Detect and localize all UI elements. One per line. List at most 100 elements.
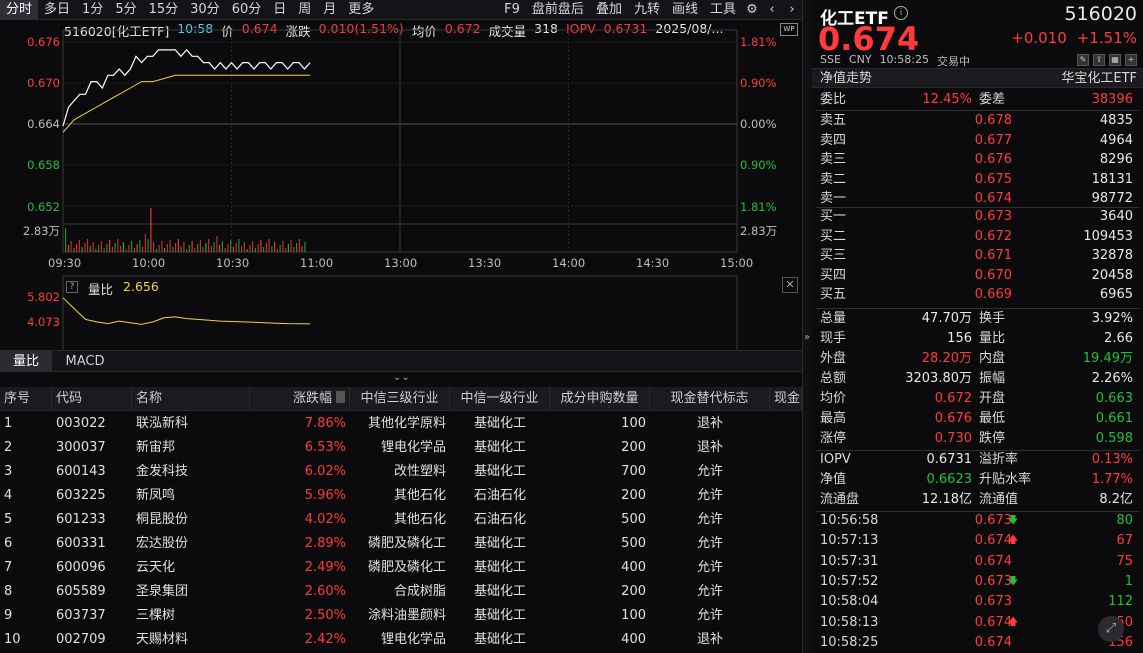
volume-bar: [166, 244, 168, 252]
bid-level[interactable]: 买一 0.673 3640: [812, 207, 1143, 227]
creation-qty: 200: [621, 584, 646, 599]
volume-bar: [298, 239, 300, 252]
citic-l1: 基础化工: [473, 440, 526, 455]
volume-bar: [106, 244, 108, 252]
share-icon[interactable]: ⇪: [1093, 54, 1105, 66]
nav-trend-link[interactable]: 净值走势: [820, 69, 872, 88]
stock-code: 002709: [56, 632, 106, 647]
add-icon[interactable]: +: [1125, 54, 1137, 66]
citic-l3: 其他化学原料: [367, 416, 446, 431]
citic-l1: 基础化工: [473, 584, 526, 599]
trade-volume: 67: [1116, 533, 1133, 549]
bid-level[interactable]: 买三 0.671 32878: [812, 246, 1143, 266]
col-cash[interactable]: 现金: [770, 387, 802, 410]
table-row[interactable]: 9 603737 三棵树 2.50% 涂料油墨颜料 基础化工 100 允许: [0, 604, 802, 628]
ask-level[interactable]: 卖五 0.678 4835: [812, 111, 1143, 131]
stat-label: 量比: [979, 331, 1006, 346]
tab-volume-ratio[interactable]: 量比: [0, 351, 52, 371]
col-index[interactable]: 序号: [0, 387, 52, 410]
cash-sub-flag: 退补: [696, 440, 723, 455]
citic-l1: 石油石化: [473, 488, 526, 503]
table-row[interactable]: 8 605589 圣泉集团 2.60% 合成树脂 基础化工 200 允许: [0, 580, 802, 604]
stock-name: 联泓新科: [136, 416, 189, 431]
stock-code: 605589: [56, 584, 106, 599]
chevron-down-icon[interactable]: ⌄⌄: [393, 372, 410, 383]
bid-price: 0.670: [974, 267, 1012, 283]
grid-icon[interactable]: ▦: [1109, 54, 1121, 66]
stat-value: 19.49万: [1082, 351, 1133, 366]
bid-level[interactable]: 买五 0.669 6965: [812, 285, 1143, 305]
volume-bar: [208, 239, 210, 252]
trade-status: 交易中: [936, 55, 970, 68]
volume-bar: [194, 248, 196, 252]
volume-bar: [213, 242, 215, 252]
stat-label: 开盘: [979, 391, 1006, 406]
trade-time: 10:58:04: [820, 594, 879, 610]
expand-icon[interactable]: ⤢: [1098, 616, 1124, 642]
trade-row: 10:57:52 0.673 🡇 1: [812, 572, 1143, 592]
panel-divider[interactable]: »: [802, 0, 812, 653]
col-name[interactable]: 名称: [132, 387, 250, 410]
change-pct: 7.86%: [304, 416, 346, 431]
ask-label: 卖四: [820, 132, 847, 148]
trade-volume: 1: [1124, 573, 1133, 589]
bid-level[interactable]: 买二 0.672 109453: [812, 227, 1143, 247]
table-row[interactable]: 5 601233 桐昆股份 4.02% 其他石化 石油石化 500 允许: [0, 508, 802, 532]
volume-bars: [65, 208, 306, 252]
tab-macd[interactable]: MACD: [52, 351, 118, 371]
ask-level[interactable]: 卖三 0.676 8296: [812, 150, 1143, 170]
edit-icon[interactable]: ✎: [1077, 54, 1089, 66]
creation-qty: 500: [621, 512, 646, 527]
volume-bar: [224, 248, 226, 252]
ask-label: 卖五: [820, 113, 847, 128]
stat-label: 均价: [820, 391, 847, 406]
bid-level[interactable]: 买四 0.670 20458: [812, 266, 1143, 286]
weicha-value: 38396: [1091, 92, 1133, 107]
ask-level[interactable]: 卖二 0.675 18131: [812, 170, 1143, 190]
col-citic-l1[interactable]: 中信一级行业: [450, 387, 550, 410]
trade-row: 10:58:13 0.674 🡅 50: [812, 613, 1143, 633]
cash-sub-flag: 允许: [696, 512, 723, 527]
stat-label: 现手: [820, 331, 847, 346]
col-citic-l3[interactable]: 中信三级行业: [350, 387, 450, 410]
stat-value: 0.6731: [926, 452, 973, 467]
table-row[interactable]: 1 003022 联泓新科 7.86% 其他化学原料 基础化工 100 退补: [0, 412, 802, 436]
trade-row: 10:58:25 0.674 156: [812, 633, 1143, 653]
col-change-pct[interactable]: 涨跌幅: [250, 387, 350, 410]
col-cash-sub-flag[interactable]: 现金替代标志: [650, 387, 770, 410]
ask-volume: 98772: [1091, 191, 1133, 206]
ask-level[interactable]: 卖一 0.674 98772: [812, 189, 1143, 209]
stock-code: 600143: [56, 464, 106, 479]
y-tick-right-0: 1.81%: [740, 35, 777, 49]
chevron-right-icon: »: [804, 332, 811, 343]
ask-level[interactable]: 卖四 0.677 4964: [812, 131, 1143, 151]
col-creation-qty[interactable]: 成分申购数量: [550, 387, 650, 410]
arrow-up-icon: 🡅: [1008, 535, 1019, 547]
volume-bar: [219, 245, 221, 252]
citic-l3: 合成树脂: [393, 584, 446, 599]
nav-trend-bar: 净值走势 华宝化工ETF: [812, 68, 1143, 88]
close-icon[interactable]: ✕: [782, 277, 798, 293]
bid-volume: 20458: [1091, 267, 1133, 283]
table-row[interactable]: 6 600331 宏达股份 2.89% 磷肥及磷化工 基础化工 500 允许: [0, 532, 802, 556]
info-icon[interactable]: i: [894, 6, 908, 20]
table-row[interactable]: 4 603225 新凤鸣 5.96% 其他石化 石油石化 200 允许: [0, 484, 802, 508]
volume-ratio-header: ? 量比 2.656: [66, 279, 159, 298]
table-row[interactable]: 2 300037 新宙邦 6.53% 锂电化学品 基础化工 200 退补: [0, 436, 802, 460]
table-row[interactable]: 10 002709 天赐材料 2.42% 锂电化学品 基础化工 400 退补: [0, 628, 802, 652]
cash-sub-flag: 允许: [696, 560, 723, 575]
row-index: 2: [4, 440, 13, 455]
stat-value: 8.2亿: [1099, 492, 1133, 507]
help-icon[interactable]: ?: [66, 281, 78, 293]
citic-l3: 锂电化学品: [380, 632, 446, 647]
trade-time: 10:57:31: [820, 553, 879, 569]
table-row[interactable]: 3 600143 金发科技 6.02% 改性塑料 基础化工 700 允许: [0, 460, 802, 484]
volume-bar: [290, 240, 292, 252]
volume-bar: [114, 243, 116, 252]
stat-label: 最低: [979, 411, 1006, 426]
stat-value: 156: [947, 331, 972, 346]
vr-axis-top: 5.802: [27, 290, 60, 304]
col-code[interactable]: 代码: [52, 387, 132, 410]
stat-row: 现手 156 量比 2.66: [812, 329, 1143, 349]
table-row[interactable]: 7 600096 云天化 2.49% 磷肥及磷化工 基础化工 400 允许: [0, 556, 802, 580]
